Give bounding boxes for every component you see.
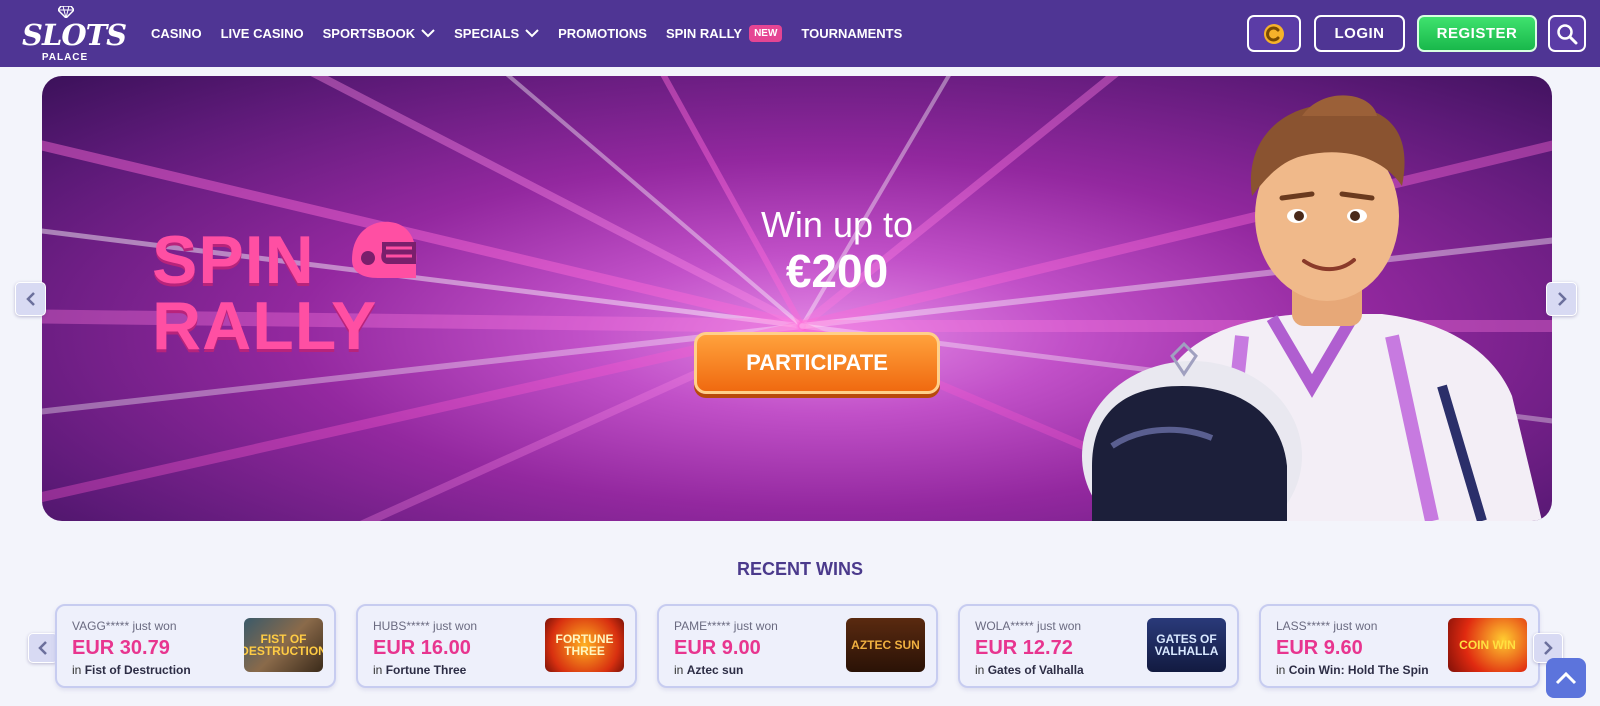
logo-wordmark: SLOTS <box>22 18 127 52</box>
win-game-name: Fortune Three <box>385 663 467 677</box>
chevron-left-icon <box>25 292 35 306</box>
nav-specials-label: SPECIALS <box>454 26 520 41</box>
coin-icon <box>1264 23 1284 44</box>
nav-casino[interactable]: CASINO <box>151 26 202 41</box>
win-game-name: Coin Win: Hold The Spin <box>1288 663 1429 677</box>
win-game: in Coin Win: Hold The Spin <box>1276 663 1429 677</box>
search-button[interactable] <box>1548 15 1586 52</box>
racer-character-illustration <box>1082 95 1542 521</box>
recent-wins-list: VAGG***** just won EUR 30.79 in Fist of … <box>55 604 1540 688</box>
chevron-right-icon <box>1544 641 1553 655</box>
nav-casino-label: CASINO <box>151 26 202 41</box>
game-thumbnail[interactable]: FIST OF DESTRUCTION <box>244 618 323 672</box>
game-thumbnail[interactable]: GATES OF VALHALLA <box>1147 618 1226 672</box>
nav-live-casino[interactable]: LIVE CASINO <box>221 26 304 41</box>
banner-amount: €200 <box>785 245 889 297</box>
nav-tournaments[interactable]: TOURNAMENTS <box>801 26 902 41</box>
win-player: PAME***** just won <box>674 619 778 633</box>
win-card[interactable]: PAME***** just won EUR 9.00 in Aztec sun… <box>657 604 938 688</box>
banner-next-button[interactable] <box>1546 282 1577 316</box>
win-amount: EUR 9.00 <box>674 637 761 659</box>
win-game: in Gates of Valhalla <box>975 663 1084 677</box>
logo-line-2: RALLY <box>152 288 378 364</box>
spin-rally-logo: SPIN RALLY <box>152 221 442 366</box>
win-amount: EUR 16.00 <box>373 637 471 659</box>
win-player: WOLA***** just won <box>975 619 1082 633</box>
nav-spin-rally-label: SPIN RALLY <box>665 26 743 41</box>
win-player: VAGG***** just won <box>72 619 177 633</box>
scroll-to-top-button[interactable] <box>1546 658 1586 698</box>
chevron-up-icon <box>1555 671 1577 685</box>
nav-live-casino-label: LIVE CASINO <box>220 26 304 41</box>
win-game-name: Aztec sun <box>686 663 744 677</box>
win-player: LASS***** just won <box>1276 619 1378 633</box>
coins-button[interactable] <box>1247 15 1301 52</box>
promo-banner[interactable]: SPIN RALLY Win up to €200 PARTICIPATE <box>42 76 1552 521</box>
wins-prev-button[interactable] <box>28 633 58 663</box>
game-thumbnail[interactable]: AZTEC SUN <box>846 618 925 672</box>
win-card[interactable]: WOLA***** just won EUR 12.72 in Gates of… <box>958 604 1239 688</box>
nav-specials[interactable]: SPECIALS <box>454 26 539 41</box>
win-game-name: Gates of Valhalla <box>987 663 1084 677</box>
top-header: SLOTS PALACE CASINO LIVE CASINO SPORTSBO… <box>0 0 1600 67</box>
nav-spin-rally[interactable]: SPIN RALLY NEW <box>665 25 783 42</box>
nav-sportsbook-label: SPORTSBOOK <box>322 26 416 41</box>
win-amount: EUR 12.72 <box>975 637 1073 659</box>
login-button[interactable]: LOGIN <box>1314 15 1405 52</box>
diamond-icon <box>58 6 74 18</box>
chevron-right-icon <box>1557 292 1567 306</box>
win-game: in Fist of Destruction <box>72 663 191 677</box>
register-button[interactable]: REGISTER <box>1417 15 1537 52</box>
game-thumbnail[interactable]: FORTUNE THREE <box>545 618 624 672</box>
slots-palace-logo[interactable]: SLOTS PALACE <box>22 6 127 63</box>
chevron-down-icon <box>421 29 435 38</box>
win-player: HUBS***** just won <box>373 619 478 633</box>
win-card[interactable]: LASS***** just won EUR 9.60 in Coin Win:… <box>1259 604 1540 688</box>
in-label: in <box>72 663 82 677</box>
helmet-icon <box>352 221 417 278</box>
game-thumbnail[interactable]: COIN WIN <box>1448 618 1527 672</box>
nav-promotions[interactable]: PROMOTIONS <box>558 26 647 41</box>
nav-tournaments-label: TOURNAMENTS <box>801 26 903 41</box>
win-game-name: Fist of Destruction <box>84 663 191 677</box>
logo-line-1: SPIN <box>152 222 315 298</box>
in-label: in <box>674 663 684 677</box>
participate-button[interactable]: PARTICIPATE <box>694 332 940 394</box>
nav-sportsbook[interactable]: SPORTSBOOK <box>323 26 435 41</box>
win-card[interactable]: VAGG***** just won EUR 30.79 in Fist of … <box>55 604 336 688</box>
search-icon <box>1557 23 1578 44</box>
win-card[interactable]: HUBS***** just won EUR 16.00 in Fortune … <box>356 604 637 688</box>
main-nav: CASINO LIVE CASINO SPORTSBOOK SPECIALS P… <box>151 0 921 67</box>
in-label: in <box>1276 663 1286 677</box>
chevron-down-icon <box>525 29 539 38</box>
banner-headline: Win up to <box>760 204 914 245</box>
in-label: in <box>373 663 383 677</box>
recent-wins-title: RECENT WINS <box>737 559 863 579</box>
in-label: in <box>975 663 985 677</box>
win-amount: EUR 9.60 <box>1276 637 1363 659</box>
banner-prev-button[interactable] <box>15 282 46 316</box>
win-game: in Aztec sun <box>674 663 743 677</box>
win-game: in Fortune Three <box>373 663 466 677</box>
chevron-left-icon <box>38 641 47 655</box>
nav-promotions-label: PROMOTIONS <box>558 26 647 41</box>
win-amount: EUR 30.79 <box>72 637 170 659</box>
new-badge: NEW <box>749 25 783 42</box>
logo-subtitle: PALACE <box>41 52 89 63</box>
